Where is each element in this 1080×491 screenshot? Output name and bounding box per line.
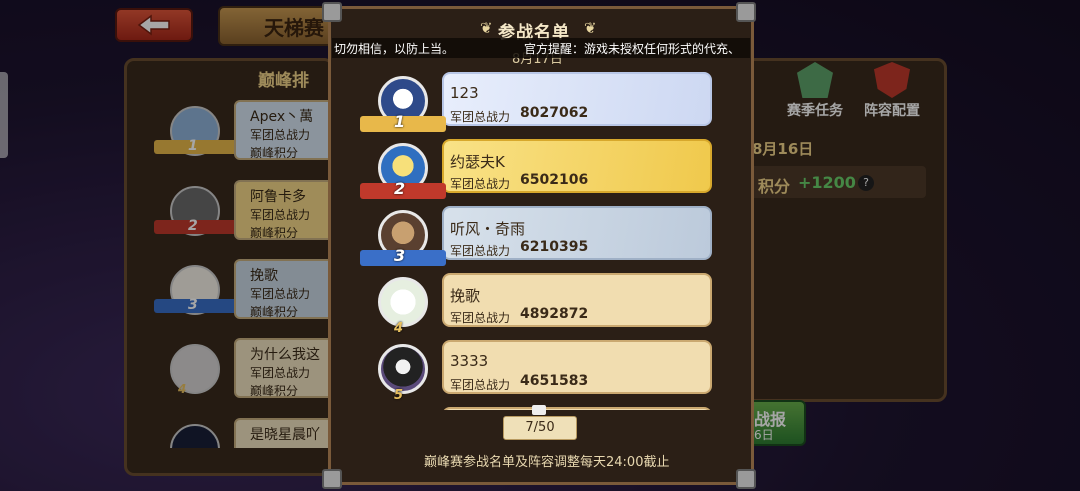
list-item[interactable]: 3 听风・奇雨 军团总战力 6210395 xyxy=(348,206,732,266)
deadline-note: 巅峰赛参战名单及阵容调整每天24:00截止 xyxy=(424,455,670,470)
rank-number: 2 xyxy=(394,179,406,198)
page-indicator: 7/50 xyxy=(503,416,577,440)
power-value: 6210395 xyxy=(520,239,589,255)
player-name: 挽歌 xyxy=(450,287,481,305)
power-value: 4892872 xyxy=(520,306,589,322)
participant-list[interactable]: 1 123 军团总战力 8027062 2 约瑟夫K 军团总战力 6502106… xyxy=(348,64,732,410)
frame-corner xyxy=(322,2,342,22)
power-label: 军团总战力 xyxy=(450,378,511,392)
list-item[interactable]: 5 3333 军团总战力 4651583 xyxy=(348,340,732,403)
scroll-thumb[interactable] xyxy=(532,405,546,415)
laurel-right-icon: ❦ xyxy=(584,19,597,37)
power-label: 军团总战力 xyxy=(450,177,511,191)
rank-number: 5 xyxy=(394,388,404,403)
player-name: 3333 xyxy=(450,352,489,370)
power-label: 军团总战力 xyxy=(450,110,511,124)
avatar xyxy=(378,344,428,394)
ticker-text-left: 切勿相信，以防上当。 xyxy=(334,42,455,56)
list-item[interactable]: 1 123 军团总战力 8027062 xyxy=(348,72,732,132)
rank-number: 4 xyxy=(394,321,404,336)
power-label: 军团总战力 xyxy=(450,244,511,258)
laurel-left-icon: ❦ xyxy=(480,19,493,37)
ticker-text-right: 官方提醒：游戏未授权任何形式的代充、 xyxy=(524,42,741,56)
player-name: 约瑟夫K xyxy=(450,153,505,171)
power-label: 军团总战力 xyxy=(450,311,511,325)
list-item[interactable]: 4 挽歌 军团总战力 4892872 xyxy=(348,273,732,336)
player-card xyxy=(442,407,712,410)
frame-corner xyxy=(322,469,342,489)
rank-number: 1 xyxy=(394,112,406,131)
avatar xyxy=(378,277,428,327)
rank-number: 3 xyxy=(394,246,406,265)
player-name: 听风・奇雨 xyxy=(450,220,526,238)
player-name: 123 xyxy=(450,84,479,102)
power-value: 8027062 xyxy=(520,105,589,121)
list-item[interactable]: 2 约瑟夫K 军团总战力 6502106 xyxy=(348,139,732,199)
power-value: 4651583 xyxy=(520,373,589,389)
frame-corner xyxy=(736,2,756,22)
announcement-ticker: 切勿相信，以防上当。 官方提醒：游戏未授权任何形式的代充、 xyxy=(332,38,750,58)
frame-corner xyxy=(736,469,756,489)
power-value: 6502106 xyxy=(520,172,589,188)
game-screen: 天梯赛 巅峰排 1 Apex丶萬 军团总战力 巅峰积分 2 阿鲁卡多 军团总战力… xyxy=(0,0,1080,491)
